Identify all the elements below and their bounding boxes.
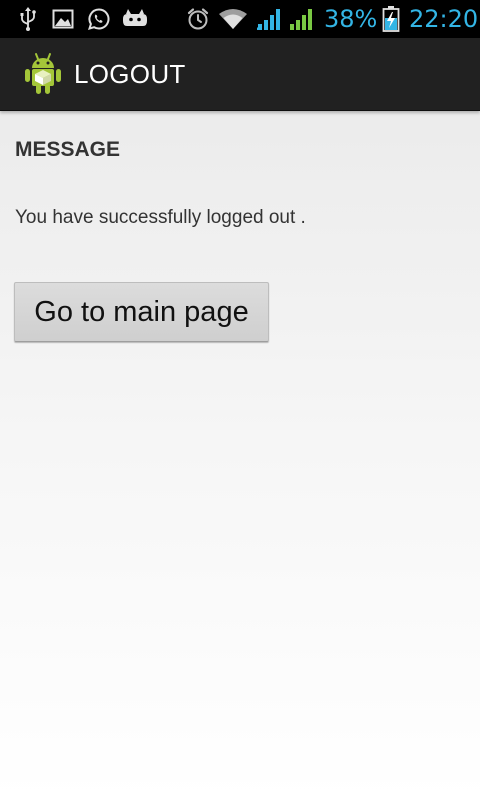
battery-percent: 38% <box>324 5 378 33</box>
status-bar: 38% 22:20 <box>0 0 480 38</box>
clock: 22:20 <box>409 5 479 33</box>
signal-icon <box>290 9 312 30</box>
alarm-icon <box>187 8 209 30</box>
wifi-icon <box>219 9 247 29</box>
go-to-main-page-button[interactable]: Go to main page <box>14 282 269 342</box>
logout-message: You have successfully logged out . <box>15 207 306 228</box>
whatsapp-icon <box>88 8 110 30</box>
action-bar: LOGOUT <box>0 38 480 111</box>
battery-charging-icon <box>382 6 400 32</box>
section-header: MESSAGE <box>15 138 121 161</box>
usb-icon <box>20 7 36 31</box>
gallery-icon <box>52 9 74 29</box>
page-title: LOGOUT <box>74 59 186 89</box>
android-app-icon[interactable] <box>22 52 64 96</box>
signal-icon <box>257 9 280 30</box>
game-controller-icon <box>123 9 147 26</box>
